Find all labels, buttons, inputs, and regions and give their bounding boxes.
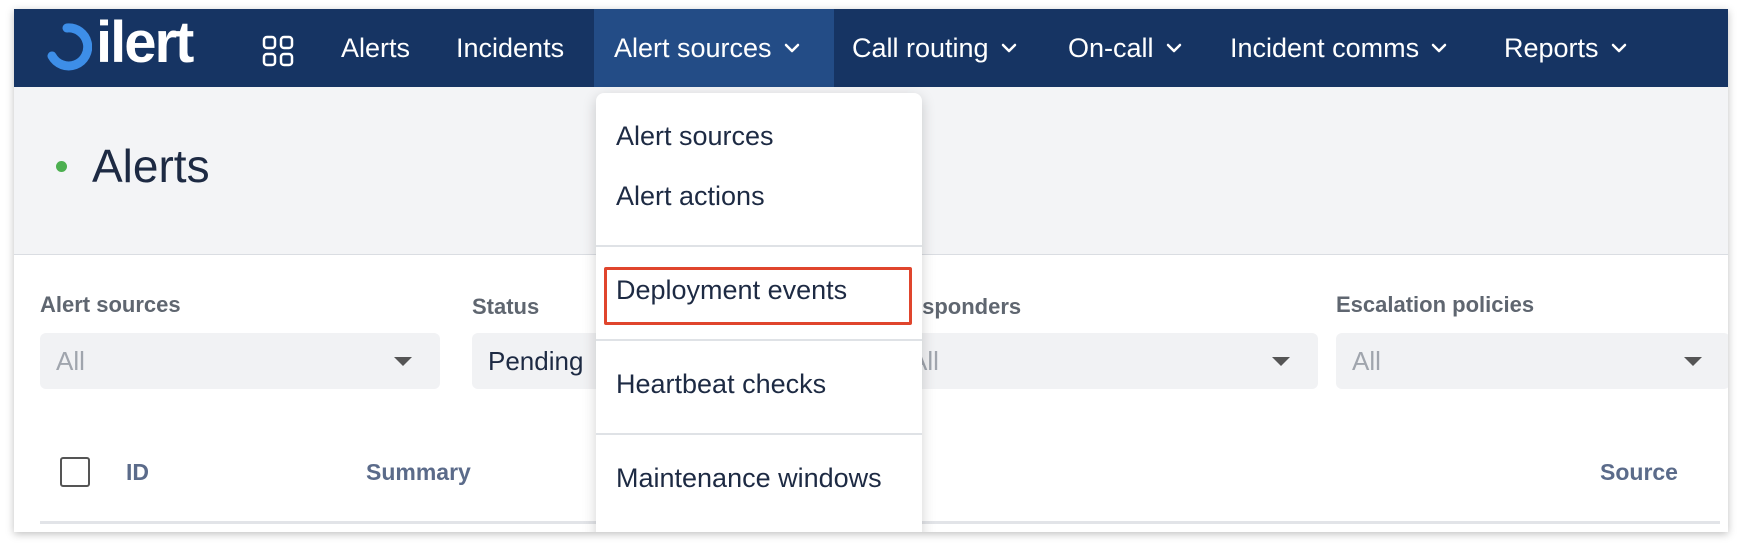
nav-alerts-label: Alerts: [341, 32, 411, 63]
chevron-down-icon: [784, 43, 799, 53]
nav-call-routing-label: Call routing: [852, 32, 989, 63]
page-title: Alerts: [92, 140, 210, 192]
menu-divider: [596, 245, 922, 247]
filter-escalation-policies-label: Escalation policies: [1336, 292, 1535, 317]
alert-sources-dropdown-menu: Alert sources Alert actions Deployment e…: [596, 93, 922, 532]
filter-escalation-policies-value: All: [1352, 345, 1381, 376]
chevron-down-icon: [1001, 43, 1016, 53]
filter-status-label: Status: [472, 294, 540, 319]
caret-down-icon: [394, 357, 412, 366]
filter-alert-sources-label: Alert sources: [40, 292, 181, 317]
menu-item-deployment-events[interactable]: Deployment events: [616, 275, 847, 306]
nav-alert-sources[interactable]: Alert sources: [594, 9, 834, 87]
nav-alerts[interactable]: Alerts: [341, 9, 410, 87]
nav-alert-sources-label: Alert sources: [614, 32, 772, 63]
nav-call-routing[interactable]: Call routing: [852, 9, 1017, 87]
chevron-down-icon: [1431, 43, 1447, 53]
app-window: ilert Alerts Incidents Alert sources Cal…: [14, 9, 1728, 532]
chevron-down-icon: [1166, 43, 1181, 53]
menu-divider: [596, 433, 922, 435]
nav-incidents[interactable]: Incidents: [456, 9, 564, 87]
chevron-down-icon: [1611, 43, 1626, 53]
nav-reports-label: Reports: [1504, 32, 1599, 63]
caret-down-icon: [1684, 357, 1702, 366]
app-grid-icon[interactable]: [262, 35, 294, 67]
status-dot: [56, 161, 67, 172]
filter-alert-sources-value: All: [56, 345, 85, 376]
nav-incident-comms-label: Incident comms: [1230, 32, 1420, 63]
menu-item-alert-sources[interactable]: Alert sources: [616, 121, 774, 152]
logo-text: ilert: [96, 10, 194, 75]
filter-responders-select[interactable]: All: [894, 333, 1318, 389]
menu-divider: [596, 339, 922, 341]
menu-item-alert-actions[interactable]: Alert actions: [616, 181, 765, 212]
nav-on-call-label: On-call: [1068, 32, 1154, 63]
filter-escalation-policies-select[interactable]: All: [1336, 333, 1728, 389]
nav-incident-comms[interactable]: Incident comms: [1230, 9, 1447, 87]
select-all-checkbox[interactable]: [60, 457, 90, 487]
menu-item-heartbeat-checks[interactable]: Heartbeat checks: [616, 369, 826, 400]
ilert-logo[interactable]: ilert: [42, 10, 194, 77]
filter-status-value: Pending: [488, 345, 584, 376]
logo-ring-icon: [47, 23, 92, 71]
filter-alert-sources-select[interactable]: All: [40, 333, 440, 389]
nav-incidents-label: Incidents: [456, 32, 565, 63]
menu-item-maintenance-windows[interactable]: Maintenance windows: [616, 463, 882, 494]
nav-reports[interactable]: Reports: [1504, 9, 1627, 87]
column-header-source[interactable]: Source: [1600, 459, 1678, 486]
nav-on-call[interactable]: On-call: [1068, 9, 1182, 87]
column-header-id[interactable]: ID: [126, 459, 149, 486]
column-header-summary[interactable]: Summary: [366, 459, 471, 486]
caret-down-icon: [1272, 357, 1290, 366]
top-navigation: ilert Alerts Incidents Alert sources Cal…: [14, 9, 1728, 87]
